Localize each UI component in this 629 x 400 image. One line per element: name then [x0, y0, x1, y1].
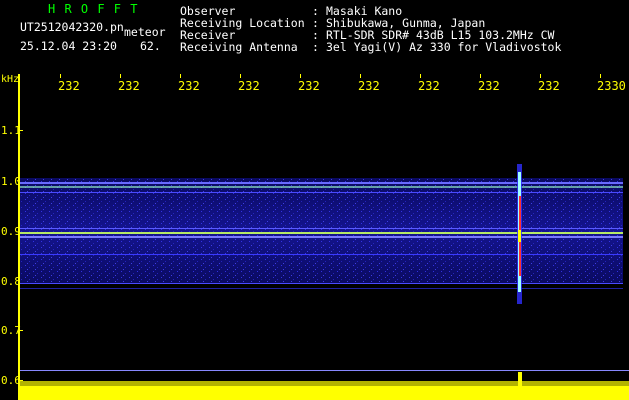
noise-texture — [20, 178, 623, 284]
threshold-line — [20, 370, 629, 371]
meteor-echo — [517, 164, 522, 304]
spectrogram-canvas — [18, 74, 629, 400]
level-meter — [20, 372, 629, 400]
time-axis-ticks — [60, 74, 601, 78]
frequency-axis-line — [18, 74, 20, 400]
